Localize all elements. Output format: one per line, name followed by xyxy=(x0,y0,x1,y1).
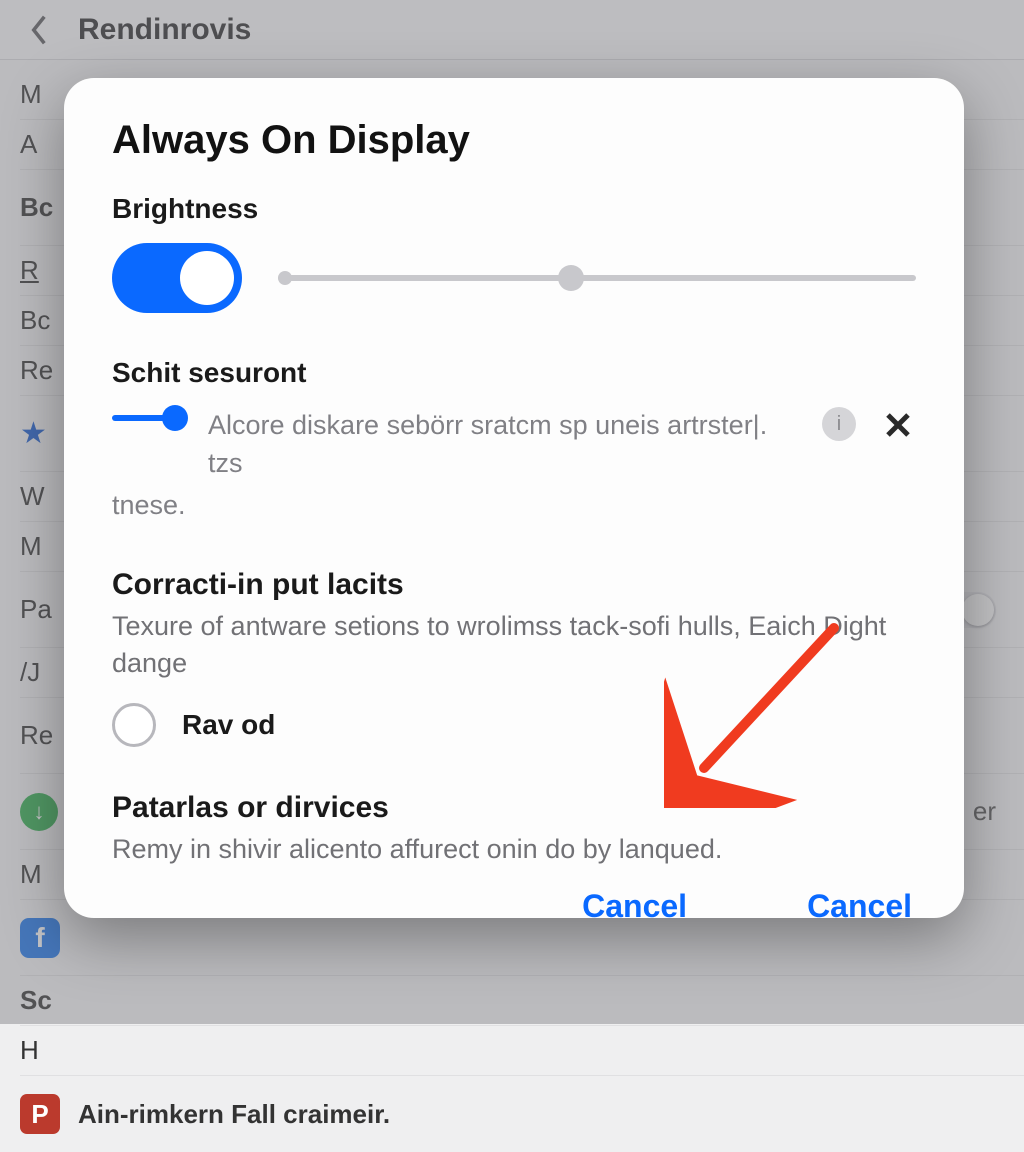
corract-section: Corracti-in put lacits Texure of antware… xyxy=(112,568,916,747)
ravod-radio[interactable] xyxy=(112,703,156,747)
schit-slider[interactable] xyxy=(112,415,184,421)
schit-label: Schit sesuront xyxy=(112,357,916,389)
brightness-section: Brightness xyxy=(112,193,916,313)
ravod-radio-label: Rav od xyxy=(182,709,275,741)
corract-heading: Corracti-in put lacits xyxy=(112,568,916,602)
close-icon[interactable] xyxy=(880,407,916,443)
brightness-label: Brightness xyxy=(112,193,916,225)
info-icon[interactable]: i xyxy=(822,407,856,441)
cancel-button-right[interactable]: Cancel xyxy=(807,888,912,925)
corract-desc: Texure of antware setions to wrolimss ta… xyxy=(112,608,916,681)
schit-hint-line1: Alcore diskare sebörr sratcm sp uneis ar… xyxy=(208,407,798,483)
patarias-section: Patarlas or dirvices Remy in shivir alic… xyxy=(112,791,916,867)
schit-section: Schit sesuront Alcore diskare sebörr sra… xyxy=(112,357,916,524)
schit-hint-line2: tnese. xyxy=(112,487,916,525)
brightness-slider[interactable] xyxy=(278,271,916,285)
modal-footer: Cancel Cancel xyxy=(112,868,916,925)
always-on-display-modal: Always On Display Brightness Schit sesur… xyxy=(64,78,964,918)
list-item[interactable]: H xyxy=(20,1026,1024,1076)
brightness-toggle[interactable] xyxy=(112,243,242,313)
list-item[interactable]: P Ain-rimkern Fall craimeir. xyxy=(20,1076,1024,1152)
patarias-heading: Patarlas or dirvices xyxy=(112,791,916,825)
modal-title: Always On Display xyxy=(112,118,916,163)
list-item-label: Ain-rimkern Fall craimeir. xyxy=(78,1099,390,1130)
p-app-icon: P xyxy=(20,1094,60,1134)
patarias-desc: Remy in shivir alicento affurect onin do… xyxy=(112,831,916,867)
cancel-button-left[interactable]: Cancel xyxy=(582,888,687,925)
